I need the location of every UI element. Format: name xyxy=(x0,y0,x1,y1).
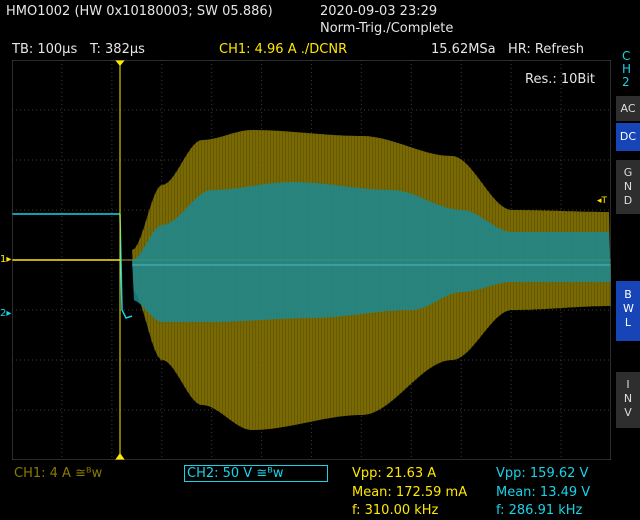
trigger-level-marker[interactable]: ◂T xyxy=(597,196,607,206)
hr-mode[interactable]: HR: Refresh xyxy=(508,42,584,58)
coupling-gnd-button[interactable]: GND xyxy=(616,160,640,214)
ch1-setting[interactable]: CH1: 4 A ≅ᴮw xyxy=(14,466,102,482)
ch2-frequency: f: 286.91 kHz xyxy=(496,503,583,518)
ch1-vpp: Vpp: 21.63 A xyxy=(352,466,437,481)
trigger-time[interactable]: T: 382µs xyxy=(90,42,145,58)
resolution-label: Res.: 10Bit xyxy=(525,72,596,87)
coupling-ac-button[interactable]: AC xyxy=(616,96,640,121)
settings-bar: TB: 100µs T: 382µs CH1: 4.96 A ./DCNR 15… xyxy=(0,42,640,58)
ch1-mean: Mean: 172.59 mA xyxy=(352,485,468,500)
ch1-frequency: f: 310.00 kHz xyxy=(352,503,439,518)
sample-rate: 15.62MSa xyxy=(431,42,496,57)
status-bar: HMO1002 (HW 0x10180003; SW 05.886) 2020-… xyxy=(0,4,640,20)
coupling-dc-button[interactable]: DC xyxy=(616,123,640,151)
side-channel-label: CH2 xyxy=(622,49,632,89)
timebase[interactable]: TB: 100µs xyxy=(12,42,77,58)
ch2-marker[interactable]: 2▸ xyxy=(0,308,11,319)
device-info: HMO1002 (HW 0x10180003; SW 05.886) xyxy=(6,4,273,19)
ch2-mean: Mean: 13.49 V xyxy=(496,485,591,500)
ch2-setting[interactable]: CH2: 50 V ≅ᴮw xyxy=(187,466,283,482)
arrow-right-icon: ▸ xyxy=(6,254,12,265)
bwl-button[interactable]: BWL xyxy=(616,281,640,341)
ch1-marker[interactable]: 1▸ xyxy=(0,254,11,265)
arrow-right-icon: ▸ xyxy=(6,308,12,319)
side-panel: CH2 AC DC GND BWL INV xyxy=(613,40,640,520)
waveform-display[interactable] xyxy=(12,60,611,460)
datetime: 2020-09-03 23:29 xyxy=(320,4,438,19)
invert-button[interactable]: INV xyxy=(616,372,640,428)
ch1-trigger-setting[interactable]: CH1: 4.96 A ./DCNR xyxy=(219,42,347,58)
trigger-status: Norm-Trig./Complete xyxy=(320,21,454,36)
ch2-vpp: Vpp: 159.62 V xyxy=(496,466,589,481)
